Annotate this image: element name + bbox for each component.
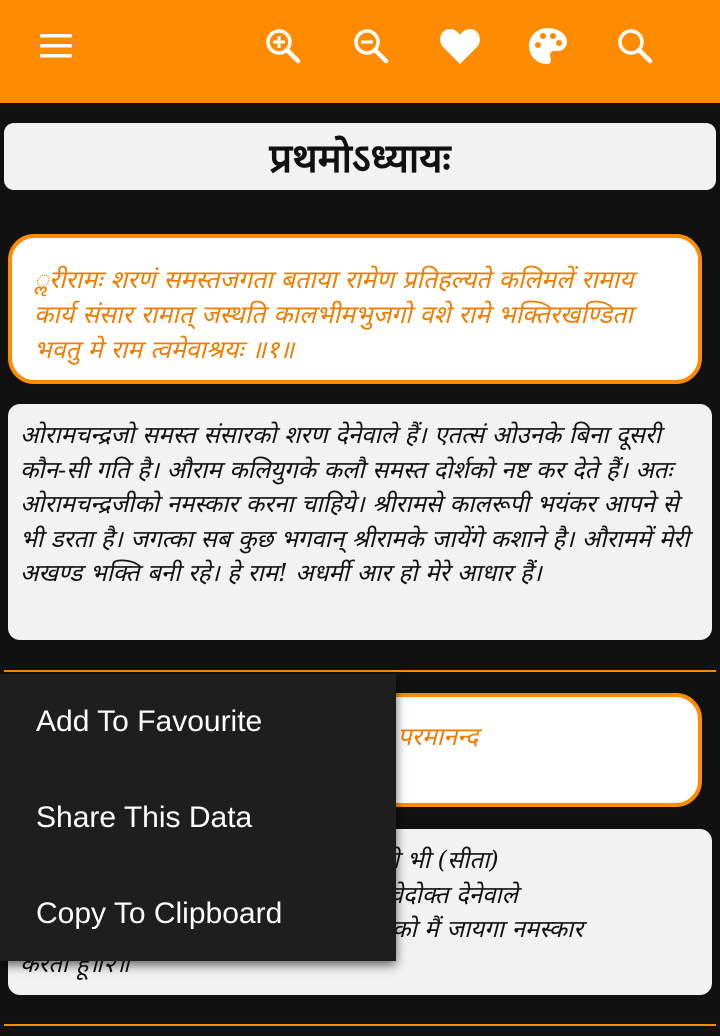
context-menu: Add To Favourite Share This Data Copy To… xyxy=(0,674,396,961)
favourite-button[interactable] xyxy=(436,22,484,70)
verse-text: ॢरीरामः शरणं समस्तजगता बताया रामेण प्रति… xyxy=(34,265,634,364)
app-screen: प्रथमोऽध्यायः ॢरीरामः शरणं समस्तजगता बता… xyxy=(0,0,720,1036)
verse-card[interactable]: ॢरीरामः शरणं समस्तजगता बताया रामेण प्रति… xyxy=(8,234,702,384)
zoom-out-button[interactable] xyxy=(347,22,395,70)
copy-to-clipboard-menu-item[interactable]: Copy To Clipboard xyxy=(0,866,396,962)
zoom-in-button[interactable] xyxy=(259,22,307,70)
chapter-title-card: प्रथमोऽध्यायः xyxy=(4,123,716,190)
search-icon xyxy=(618,29,653,64)
meaning-text: ओरामचन्द्रजो समस्त संसारको शरण देनेवाले … xyxy=(20,421,690,587)
divider xyxy=(4,670,716,672)
add-to-favourite-menu-item[interactable]: Add To Favourite xyxy=(0,674,396,770)
search-button[interactable] xyxy=(611,22,659,70)
zoom-in-icon xyxy=(266,29,301,64)
theme-button[interactable] xyxy=(524,22,572,70)
share-data-menu-item[interactable]: Share This Data xyxy=(0,770,396,866)
zoom-out-icon xyxy=(354,29,389,64)
menu-icon xyxy=(40,34,72,58)
chapter-title: प्रथमोऽध्यायः xyxy=(269,136,451,182)
heart-icon xyxy=(440,29,480,64)
palette-icon xyxy=(529,28,567,64)
toolbar xyxy=(0,0,720,103)
menu-button[interactable] xyxy=(32,22,80,70)
meaning-card[interactable]: ओरामचन्द्रजो समस्त संसारको शरण देनेवाले … xyxy=(8,404,712,640)
divider xyxy=(4,1024,716,1026)
